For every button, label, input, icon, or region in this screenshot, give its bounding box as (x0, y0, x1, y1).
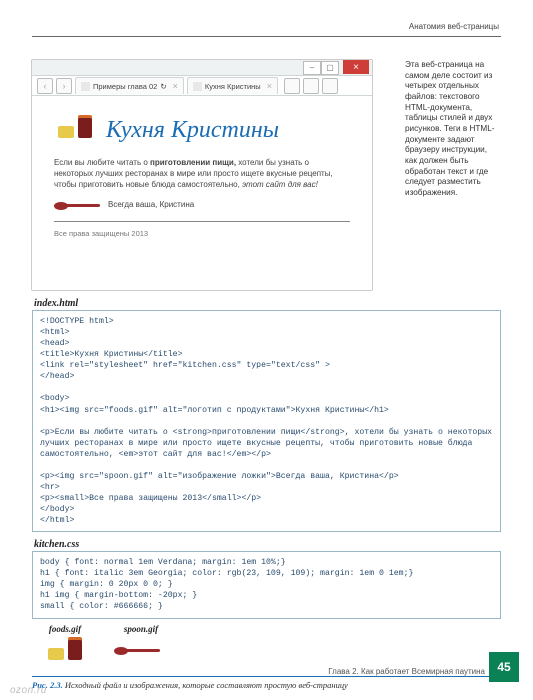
code-block-html: <!DOCTYPE html> <html> <head> <title>Кух… (32, 310, 501, 532)
page-content: Кухня Кристины Если вы любите читать о п… (32, 96, 372, 248)
header-rule (32, 36, 501, 37)
divider (54, 221, 350, 222)
foods-image-icon (44, 636, 86, 666)
page-heading: Кухня Кристины (54, 114, 350, 144)
book-page: Анатомия веб-страницы Эта веб-страница н… (0, 0, 533, 700)
running-head: Анатомия веб-страницы (409, 22, 499, 31)
foods-logo-icon (54, 114, 96, 144)
margin-note: Эта веб-страница на самом деле состоит и… (405, 60, 501, 199)
close-button[interactable]: × (343, 60, 369, 74)
figure-caption: Рис. 2.3. Исходный файл и изображения, к… (32, 680, 501, 690)
image-assets-row: foods.gif spoon.gif (44, 624, 501, 666)
minimize-button[interactable]: – (303, 61, 321, 75)
watermark: ozon.ru (10, 685, 47, 696)
file-label-css: kitchen.css (34, 539, 501, 550)
caption-text: Исходный файл и изображения, которые сос… (63, 680, 348, 690)
intro-paragraph: Если вы любите читать о приготовлении пи… (54, 158, 350, 190)
tab-page[interactable]: Кухня Кристины × (187, 77, 278, 94)
back-button[interactable]: ‹ (37, 78, 53, 94)
file-label-foods: foods.gif (49, 624, 81, 634)
tab-label: Примеры глава 02 (93, 82, 157, 91)
source-listings: index.html <!DOCTYPE html> <html> <head>… (32, 298, 501, 690)
spoon-image-icon (114, 646, 160, 654)
window-titlebar: – ▢ × (32, 60, 372, 76)
tab-folder[interactable]: Примеры глава 02 ↻ × (75, 77, 184, 94)
file-label-html: index.html (34, 298, 501, 309)
code-block-css: body { font: normal 1em Verdana; margin:… (32, 551, 501, 618)
browser-screenshot: – ▢ × ‹ › Примеры глава 02 ↻ × Кухня Кри… (32, 60, 372, 290)
refresh-icon: ↻ (160, 82, 166, 91)
page-icon (193, 82, 202, 91)
tab-close-icon[interactable]: × (173, 81, 178, 91)
signature-text: Всегда ваша, Кристина (108, 200, 194, 209)
browser-toolbar: ‹ › Примеры глава 02 ↻ × Кухня Кристины … (32, 76, 372, 96)
star-button[interactable] (303, 78, 319, 94)
spoon-icon (54, 201, 100, 209)
page-number-badge: 45 (489, 652, 519, 682)
home-button[interactable] (284, 78, 300, 94)
signature-line: Всегда ваша, Кристина (54, 200, 350, 211)
gear-button[interactable] (322, 78, 338, 94)
file-label-spoon: spoon.gif (124, 624, 158, 634)
tab-label: Кухня Кристины (205, 82, 261, 91)
chapter-footer: Глава 2. Как работает Всемирная паутина (328, 667, 485, 676)
maximize-button[interactable]: ▢ (321, 61, 339, 75)
copyright: Все права защищены 2013 (54, 229, 148, 238)
forward-button[interactable]: › (56, 78, 72, 94)
tab-close-icon[interactable]: × (267, 81, 272, 91)
folder-icon (81, 82, 90, 91)
heading-text: Кухня Кристины (106, 117, 279, 144)
